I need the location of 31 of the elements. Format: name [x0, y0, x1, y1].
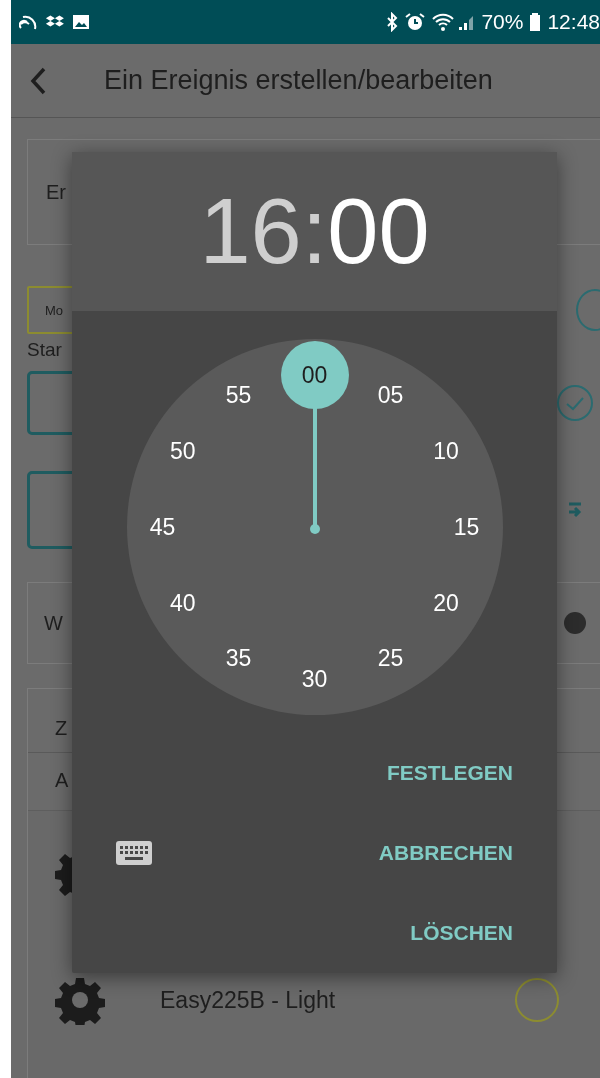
delete-button[interactable]: LÖSCHEN	[406, 913, 517, 953]
clock-number[interactable]: 30	[280, 645, 349, 713]
weekday-text: W	[44, 611, 63, 635]
battery-icon	[529, 12, 542, 32]
clock-time: 12:48	[547, 10, 600, 34]
device-name: Easy225B - Light	[160, 986, 336, 1014]
clock-number[interactable]: 45	[128, 493, 197, 561]
alarm-clock-icon	[405, 12, 426, 32]
hours-text[interactable]: 16	[199, 179, 302, 284]
device-checkbox[interactable]	[515, 978, 559, 1022]
cancel-button[interactable]: ABBRECHEN	[374, 833, 517, 873]
keyboard-icon[interactable]	[116, 841, 152, 865]
section-row-text: A	[55, 769, 69, 792]
check-circle-icon[interactable]	[556, 384, 594, 422]
time-separator: :	[301, 179, 328, 284]
gear-icon	[55, 975, 105, 1025]
section-title: Z	[55, 717, 68, 740]
clock-number[interactable]: 00	[280, 341, 349, 409]
name-field-text: Er	[46, 180, 66, 204]
image-icon	[71, 12, 91, 32]
arrow-icon[interactable]	[566, 502, 582, 518]
bluetooth-icon	[385, 12, 400, 32]
clock-number[interactable]: 15	[432, 493, 501, 561]
page-title: Ein Ereignis erstellen/bearbeiten	[104, 65, 493, 96]
clock-face[interactable]: 00 05 10 15 20 25 30 35 40 45 50 55	[126, 339, 503, 715]
wifi-signal-icon	[431, 12, 476, 32]
set-button[interactable]: FESTLEGEN	[383, 753, 517, 793]
toggle-switch[interactable]	[564, 612, 586, 634]
start-label: Star	[27, 339, 63, 361]
minutes-text[interactable]: 00	[327, 179, 430, 284]
battery-percentage: 70%	[481, 10, 524, 34]
